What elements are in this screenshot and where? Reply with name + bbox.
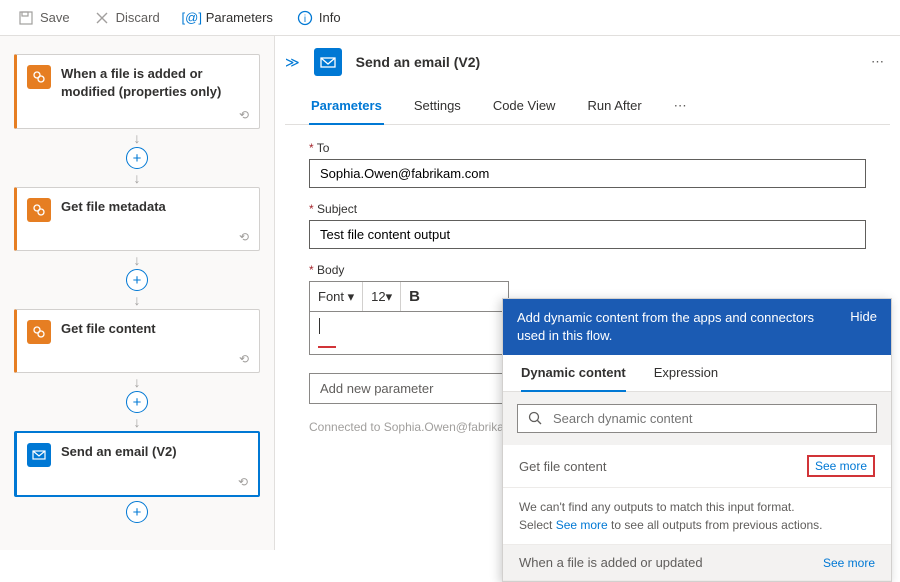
discard-label: Discard	[116, 10, 160, 25]
save-label: Save	[40, 10, 70, 25]
dynamic-content-flyout: Add dynamic content from the apps and co…	[502, 298, 892, 582]
step-trigger[interactable]: When a file is added or modified (proper…	[14, 54, 260, 129]
outlook-icon	[314, 48, 342, 76]
main-area: When a file is added or modified (proper…	[0, 36, 900, 550]
parameters-button[interactable]: [@] Parameters	[174, 6, 283, 30]
add-step-button[interactable]: +	[126, 501, 148, 523]
step-metadata-title: Get file metadata	[61, 198, 166, 216]
arrow-icon: ↓	[134, 253, 141, 267]
flyout-banner-text: Add dynamic content from the apps and co…	[517, 309, 817, 345]
save-icon	[18, 10, 34, 26]
parameters-label: Parameters	[206, 10, 273, 25]
arrow-icon: ↓	[134, 293, 141, 307]
add-step-button[interactable]: +	[126, 391, 148, 413]
link-icon: ⟲	[238, 475, 248, 491]
no-outputs-message: We can't find any outputs to match this …	[503, 488, 891, 545]
step-email[interactable]: Send an email (V2) ⟲	[14, 431, 260, 497]
outlook-icon	[27, 443, 51, 467]
section-title: Get file content	[519, 459, 606, 474]
see-more-button[interactable]: See more	[823, 556, 875, 570]
details-panel: ≫ Send an email (V2) ⋯ Parameters Settin…	[275, 36, 900, 550]
section-get-file-content: Get file content See more	[503, 445, 891, 488]
add-step-button[interactable]: +	[126, 269, 148, 291]
step-trigger-title: When a file is added or modified (proper…	[61, 65, 247, 100]
tab-dynamic-content[interactable]: Dynamic content	[521, 365, 626, 392]
arrow-icon: ↓	[134, 415, 141, 429]
action-tabs: Parameters Settings Code View Run After …	[285, 92, 890, 125]
collapse-icon[interactable]: ≫	[285, 54, 300, 71]
rich-text-toolbar: Font ▾ 12 ▾ B	[309, 281, 509, 311]
subject-label: * Subject	[309, 202, 866, 216]
flyout-tabs: Dynamic content Expression	[503, 355, 891, 392]
search-box[interactable]	[517, 404, 877, 433]
bold-button[interactable]: B	[401, 282, 428, 311]
to-label: * To	[309, 141, 866, 155]
flyout-banner: Add dynamic content from the apps and co…	[503, 299, 891, 355]
tab-parameters[interactable]: Parameters	[309, 92, 384, 125]
info-button[interactable]: i Info	[287, 6, 351, 30]
close-icon	[94, 10, 110, 26]
search-icon	[528, 411, 543, 426]
section-title: When a file is added or updated	[519, 555, 703, 570]
subject-input[interactable]	[309, 220, 866, 249]
sharepoint-icon	[27, 198, 51, 222]
step-content-title: Get file content	[61, 320, 156, 338]
section-when-file-added: When a file is added or updated See more	[503, 545, 891, 581]
tab-more[interactable]: ⋯	[672, 92, 689, 124]
more-button[interactable]: ⋯	[865, 54, 890, 70]
info-icon: i	[297, 10, 313, 26]
step-email-title: Send an email (V2)	[61, 443, 177, 461]
arrow-icon: ↓	[134, 375, 141, 389]
action-title: Send an email (V2)	[356, 54, 480, 70]
search-input[interactable]	[553, 411, 866, 426]
svg-text:i: i	[304, 14, 306, 25]
arrow-icon: ↓	[134, 171, 141, 185]
step-content[interactable]: Get file content ⟲	[14, 309, 260, 373]
body-input[interactable]	[309, 311, 509, 355]
discard-button[interactable]: Discard	[84, 6, 170, 30]
body-label: * Body	[309, 263, 866, 277]
link-icon: ⟲	[239, 108, 249, 124]
arrow-icon: ↓	[134, 131, 141, 145]
to-input[interactable]	[309, 159, 866, 188]
flyout-search-area	[503, 392, 891, 445]
save-button[interactable]: Save	[8, 6, 80, 30]
hide-button[interactable]: Hide	[850, 309, 877, 324]
see-more-button[interactable]: See more	[807, 455, 875, 477]
flow-panel: When a file is added or modified (proper…	[0, 36, 275, 550]
font-size-selector[interactable]: 12 ▾	[363, 282, 401, 311]
add-step-button[interactable]: +	[126, 147, 148, 169]
parameters-icon: [@]	[184, 10, 200, 26]
sharepoint-icon	[27, 65, 51, 89]
top-toolbar: Save Discard [@] Parameters i Info	[0, 0, 900, 36]
tab-runafter[interactable]: Run After	[585, 92, 643, 124]
action-header: ≫ Send an email (V2) ⋯	[285, 48, 890, 76]
link-icon: ⟲	[239, 352, 249, 368]
link-icon: ⟲	[239, 230, 249, 246]
info-label: Info	[319, 10, 341, 25]
sharepoint-icon	[27, 320, 51, 344]
font-selector[interactable]: Font ▾	[310, 282, 363, 311]
step-metadata[interactable]: Get file metadata ⟲	[14, 187, 260, 251]
see-more-link[interactable]: See more	[556, 518, 608, 532]
tab-expression[interactable]: Expression	[654, 365, 718, 391]
tab-codeview[interactable]: Code View	[491, 92, 558, 124]
tab-settings[interactable]: Settings	[412, 92, 463, 124]
